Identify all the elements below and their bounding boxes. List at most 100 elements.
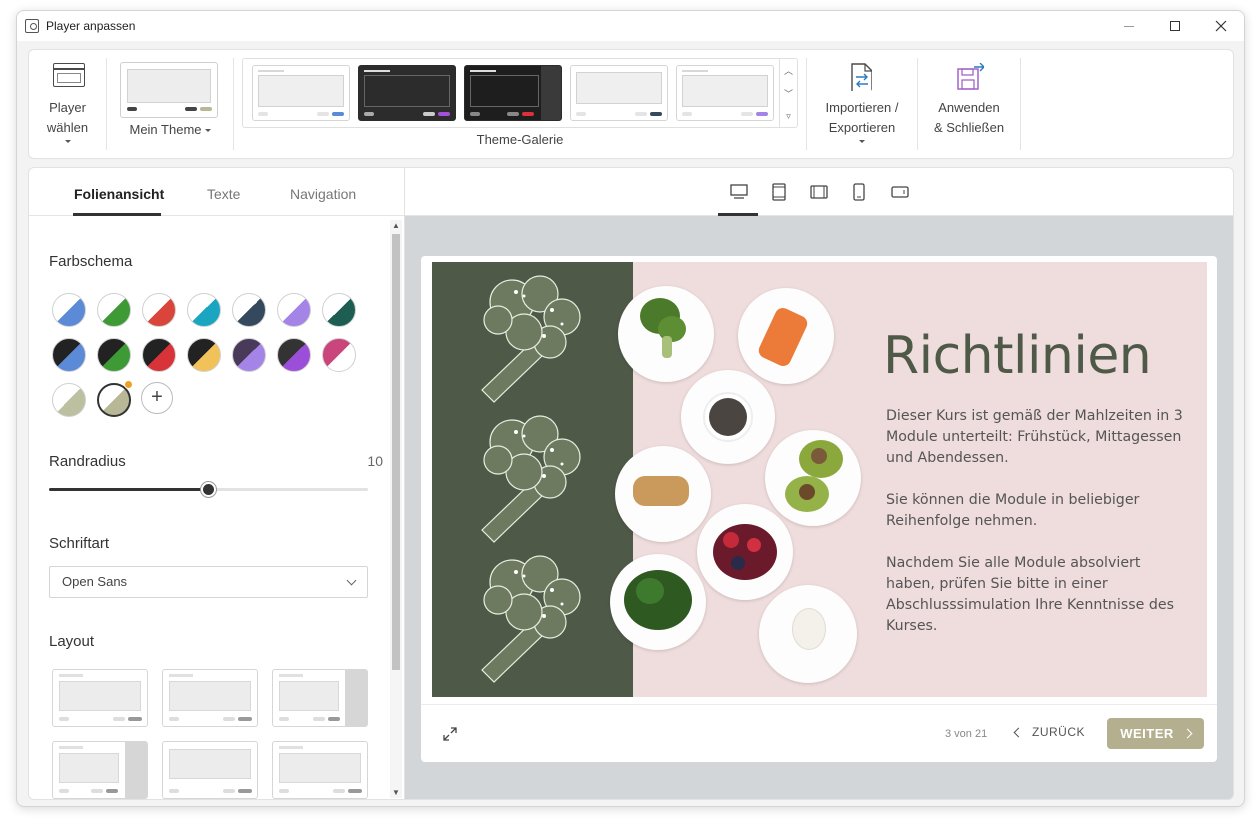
add-color-scheme-button[interactable]: + — [141, 382, 173, 414]
gallery-scroll-up-icon[interactable]: ︿ — [784, 64, 793, 77]
gallery-scroll-down-icon[interactable]: ﹀ — [784, 87, 793, 100]
color-scheme-swatch[interactable] — [52, 338, 86, 372]
font-select-value: Open Sans — [62, 574, 128, 589]
gallery-theme-5[interactable] — [676, 65, 774, 121]
color-scheme-swatch[interactable] — [277, 338, 311, 372]
tab-texts[interactable]: Texte — [207, 186, 240, 202]
player-icon — [53, 63, 85, 87]
scroll-down-icon[interactable]: ▼ — [391, 788, 401, 797]
layout-option-3[interactable] — [272, 669, 368, 727]
plate-chia-seeds — [681, 370, 775, 464]
color-scheme-swatch[interactable] — [322, 293, 356, 327]
slide-paragraph-3: Nachdem Sie alle Module absolviert haben… — [886, 555, 1174, 634]
color-scheme-swatch[interactable] — [97, 293, 131, 327]
chevron-right-icon — [1182, 728, 1193, 739]
desktop-icon — [730, 184, 748, 199]
scroll-thumb[interactable] — [392, 234, 400, 670]
close-button[interactable] — [1198, 11, 1244, 41]
device-switcher — [405, 168, 1233, 216]
close-icon — [1215, 20, 1227, 32]
desktop-view-button[interactable] — [729, 182, 749, 202]
window-controls — [1106, 11, 1244, 41]
apply-close-button[interactable]: Anwenden & Schließen — [918, 50, 1020, 158]
color-scheme-swatch[interactable] — [142, 293, 176, 327]
my-theme-button[interactable]: Mein Theme — [107, 50, 233, 158]
choose-player-button[interactable]: Player wählen — [29, 50, 106, 158]
chevron-down-icon — [64, 140, 71, 143]
slide-paragraph-2: Sie können die Module in beliebiger Reih… — [886, 492, 1140, 529]
ribbon-toolbar: Player wählen Mein Theme ︿ ﹀ ▿ Theme-Gal… — [28, 49, 1234, 159]
scroll-up-icon[interactable]: ▲ — [391, 221, 401, 230]
layout-option-5[interactable] — [162, 741, 258, 799]
theme-gallery: ︿ ﹀ ▿ — [242, 58, 798, 128]
chevron-down-icon — [859, 140, 865, 143]
gallery-expand-icon[interactable]: ▿ — [786, 111, 791, 122]
gallery-theme-3[interactable] — [464, 65, 562, 121]
next-button[interactable]: WEITER — [1107, 718, 1204, 749]
color-scheme-swatch[interactable] — [232, 338, 266, 372]
slide-title: Richtlinien — [883, 326, 1152, 386]
gallery-theme-1[interactable] — [252, 65, 350, 121]
layout-option-4[interactable] — [52, 741, 148, 799]
color-scheme-swatch[interactable] — [142, 338, 176, 372]
color-scheme-swatch[interactable] — [232, 293, 266, 327]
broccoli-illustrations — [481, 275, 581, 683]
apply-close-icon — [957, 63, 984, 90]
slide-green-panel — [432, 262, 633, 697]
broccoli-outline-2 — [481, 415, 581, 543]
import-export-button[interactable]: Importieren / Exportieren — [807, 50, 917, 158]
color-scheme-swatch[interactable] — [52, 293, 86, 327]
tablet-landscape-view-button[interactable] — [809, 182, 829, 202]
tab-navigation[interactable]: Navigation — [290, 186, 356, 202]
plate-spinach — [610, 554, 706, 650]
my-theme-label: Mein Theme — [129, 122, 202, 137]
chevron-down-icon — [204, 129, 211, 133]
color-scheme-swatch[interactable] — [322, 338, 356, 372]
page-indicator: 3 von 21 — [945, 728, 988, 740]
minimize-icon — [1124, 25, 1134, 27]
expand-icon[interactable] — [443, 727, 457, 741]
settings-scrollbar[interactable]: ▲ ▼ — [390, 220, 402, 798]
app-icon — [25, 19, 39, 33]
maximize-icon — [1170, 21, 1180, 31]
border-radius-slider[interactable] — [49, 482, 368, 497]
tablet-portrait-view-button[interactable] — [769, 182, 789, 202]
plate-berries — [697, 504, 793, 600]
color-scheme-swatch[interactable] — [277, 293, 311, 327]
layout-option-1[interactable] — [52, 669, 148, 727]
maximize-button[interactable] — [1152, 11, 1198, 41]
next-button-label: WEITER — [1120, 726, 1174, 741]
color-scheme-title: Farbschema — [49, 253, 133, 270]
slide-paragraph-1: Dieser Kurs ist gemäß der Mahlzeiten in … — [886, 408, 1183, 466]
minimize-button[interactable] — [1106, 11, 1152, 41]
back-button[interactable]: ZURÜCK — [1013, 725, 1085, 739]
chevron-down-icon — [346, 575, 357, 586]
layout-title: Layout — [49, 633, 95, 650]
theme-gallery-label: Theme-Galerie — [476, 132, 564, 147]
active-tab-indicator — [73, 213, 161, 216]
color-scheme-swatch[interactable] — [187, 293, 221, 327]
slider-knob[interactable] — [201, 482, 216, 497]
layout-option-6[interactable] — [272, 741, 368, 799]
my-theme-thumbnail — [120, 62, 218, 118]
plate-avocado — [765, 430, 861, 526]
phone-portrait-view-button[interactable] — [849, 182, 869, 202]
color-scheme-swatch[interactable] — [187, 338, 221, 372]
tab-slide-view[interactable]: Folienansicht — [74, 186, 164, 202]
settings-panel: Folienansicht Texte Navigation ▲ ▼ Farbs… — [28, 167, 405, 800]
tablet-portrait-icon — [772, 183, 786, 201]
phone-landscape-view-button[interactable] — [889, 182, 911, 202]
broccoli-outline-1 — [481, 275, 581, 403]
import-export-icon — [851, 63, 872, 91]
player-preview: Richtlinien Dieser Kurs ist gemäß der Ma… — [421, 256, 1217, 762]
apply-close-label-2: & Schließen — [933, 120, 1005, 135]
gallery-theme-4[interactable] — [570, 65, 668, 121]
import-export-label-1: Importieren / — [825, 100, 899, 115]
layout-option-2[interactable] — [162, 669, 258, 727]
color-scheme-swatch[interactable] — [52, 383, 86, 417]
font-select[interactable]: Open Sans — [49, 566, 368, 598]
gallery-theme-2[interactable] — [358, 65, 456, 121]
color-scheme-swatch[interactable] — [97, 338, 131, 372]
font-title: Schriftart — [49, 535, 110, 552]
phone-landscape-icon — [891, 186, 909, 198]
